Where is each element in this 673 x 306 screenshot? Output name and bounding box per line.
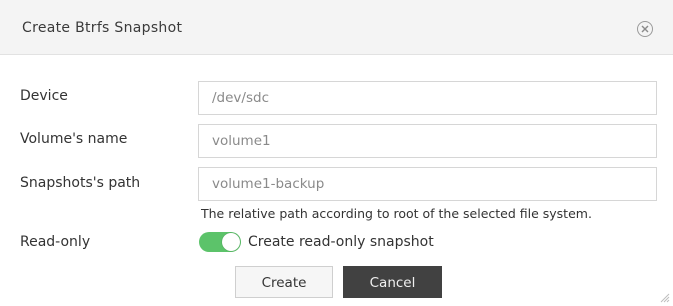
close-icon[interactable] (637, 21, 653, 37)
device-label: Device (20, 88, 68, 104)
resize-grip-icon[interactable] (659, 292, 670, 303)
create-button[interactable]: Create (235, 266, 333, 298)
read-only-label: Read-only (20, 234, 91, 250)
device-field[interactable] (198, 81, 657, 115)
cancel-button[interactable]: Cancel (343, 266, 442, 298)
volume-name-field[interactable] (198, 124, 657, 158)
create-snapshot-dialog: Create Btrfs Snapshot Device Volume's na… (0, 0, 673, 306)
close-x-glyph (641, 25, 649, 33)
snapshot-path-label: Snapshots's path (20, 175, 141, 191)
read-only-toggle[interactable] (199, 232, 241, 252)
read-only-toggle-label[interactable]: Create read-only snapshot (248, 234, 434, 250)
snapshot-path-hint: The relative path according to root of t… (201, 206, 592, 221)
dialog-titlebar: Create Btrfs Snapshot (0, 0, 673, 55)
dialog-title: Create Btrfs Snapshot (22, 20, 183, 36)
volume-name-label: Volume's name (20, 131, 128, 147)
toggle-knob (222, 233, 240, 251)
snapshot-path-field[interactable] (198, 167, 657, 201)
